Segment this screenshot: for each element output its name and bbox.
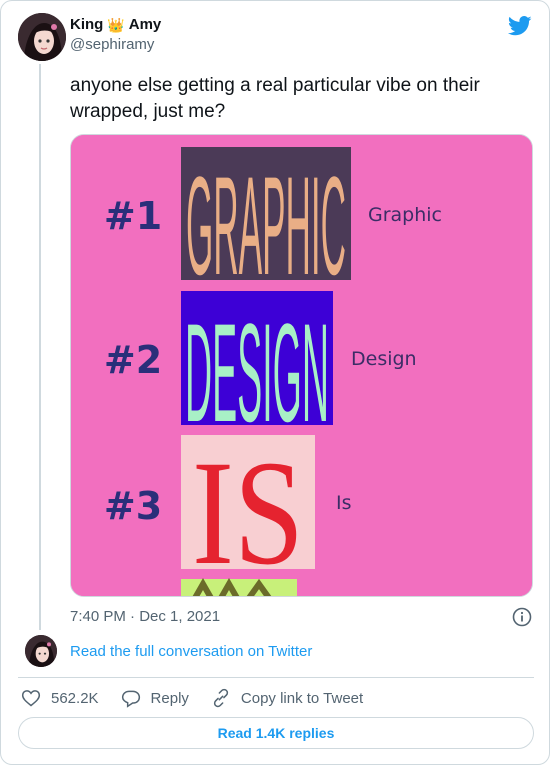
reply-bubble-icon [121,688,141,708]
read-conversation-link[interactable]: Read the full conversation on Twitter [70,642,312,662]
tweet-text: anyone else getting a real particular vi… [70,75,480,122]
crown-emoji-icon: 👑 [107,17,125,33]
thread-line [39,64,41,630]
like-button[interactable]: 562.2K [21,688,99,708]
user-handle[interactable]: @sephiramy [70,35,161,55]
label-3: Is [336,492,352,514]
rank-3: #3 [104,484,162,528]
reply-button[interactable]: Reply [121,688,189,708]
display-name[interactable]: King 👑 Amy [70,15,161,35]
copy-link-button[interactable]: Copy link to Tweet [211,688,363,708]
label-1: Graphic [368,204,442,226]
rank-2: #2 [104,338,162,382]
avatar-small[interactable] [25,635,57,667]
divider [18,677,534,678]
word-is: IS [192,430,304,596]
copy-link-label: Copy link to Tweet [240,689,364,707]
user-name-block[interactable]: King 👑 Amy @sephiramy [70,15,161,55]
word-design: DESIGN [185,294,329,451]
twitter-bird-icon[interactable] [507,16,532,41]
info-icon[interactable] [512,607,532,632]
avatar[interactable] [18,13,66,61]
reply-label: Reply [150,689,189,707]
display-name-first: King [70,16,104,33]
read-replies-button[interactable]: Read 1.4K replies [18,717,534,749]
rank-1: #1 [104,194,162,238]
label-2: Design [351,348,417,370]
word-graphic: GRAPHIC [186,147,346,304]
link-icon [211,688,231,708]
wrapped-graphic: #1 GRAPHIC Graphic #2 DESIGN Design #3 I… [71,135,532,596]
tweet-timestamp[interactable]: 7:40 PM · Dec 1, 2021 [70,607,220,627]
tweet-embed-card: King 👑 Amy @sephiramy anyone else gettin… [0,0,550,765]
tweet-media-image[interactable]: #1 GRAPHIC Graphic #2 DESIGN Design #3 I… [70,134,533,597]
action-bar: 562.2K Reply Copy link to Tweet [21,687,385,709]
heart-icon [21,688,41,708]
like-count: 562.2K [51,689,99,707]
display-name-last: Amy [128,16,162,33]
